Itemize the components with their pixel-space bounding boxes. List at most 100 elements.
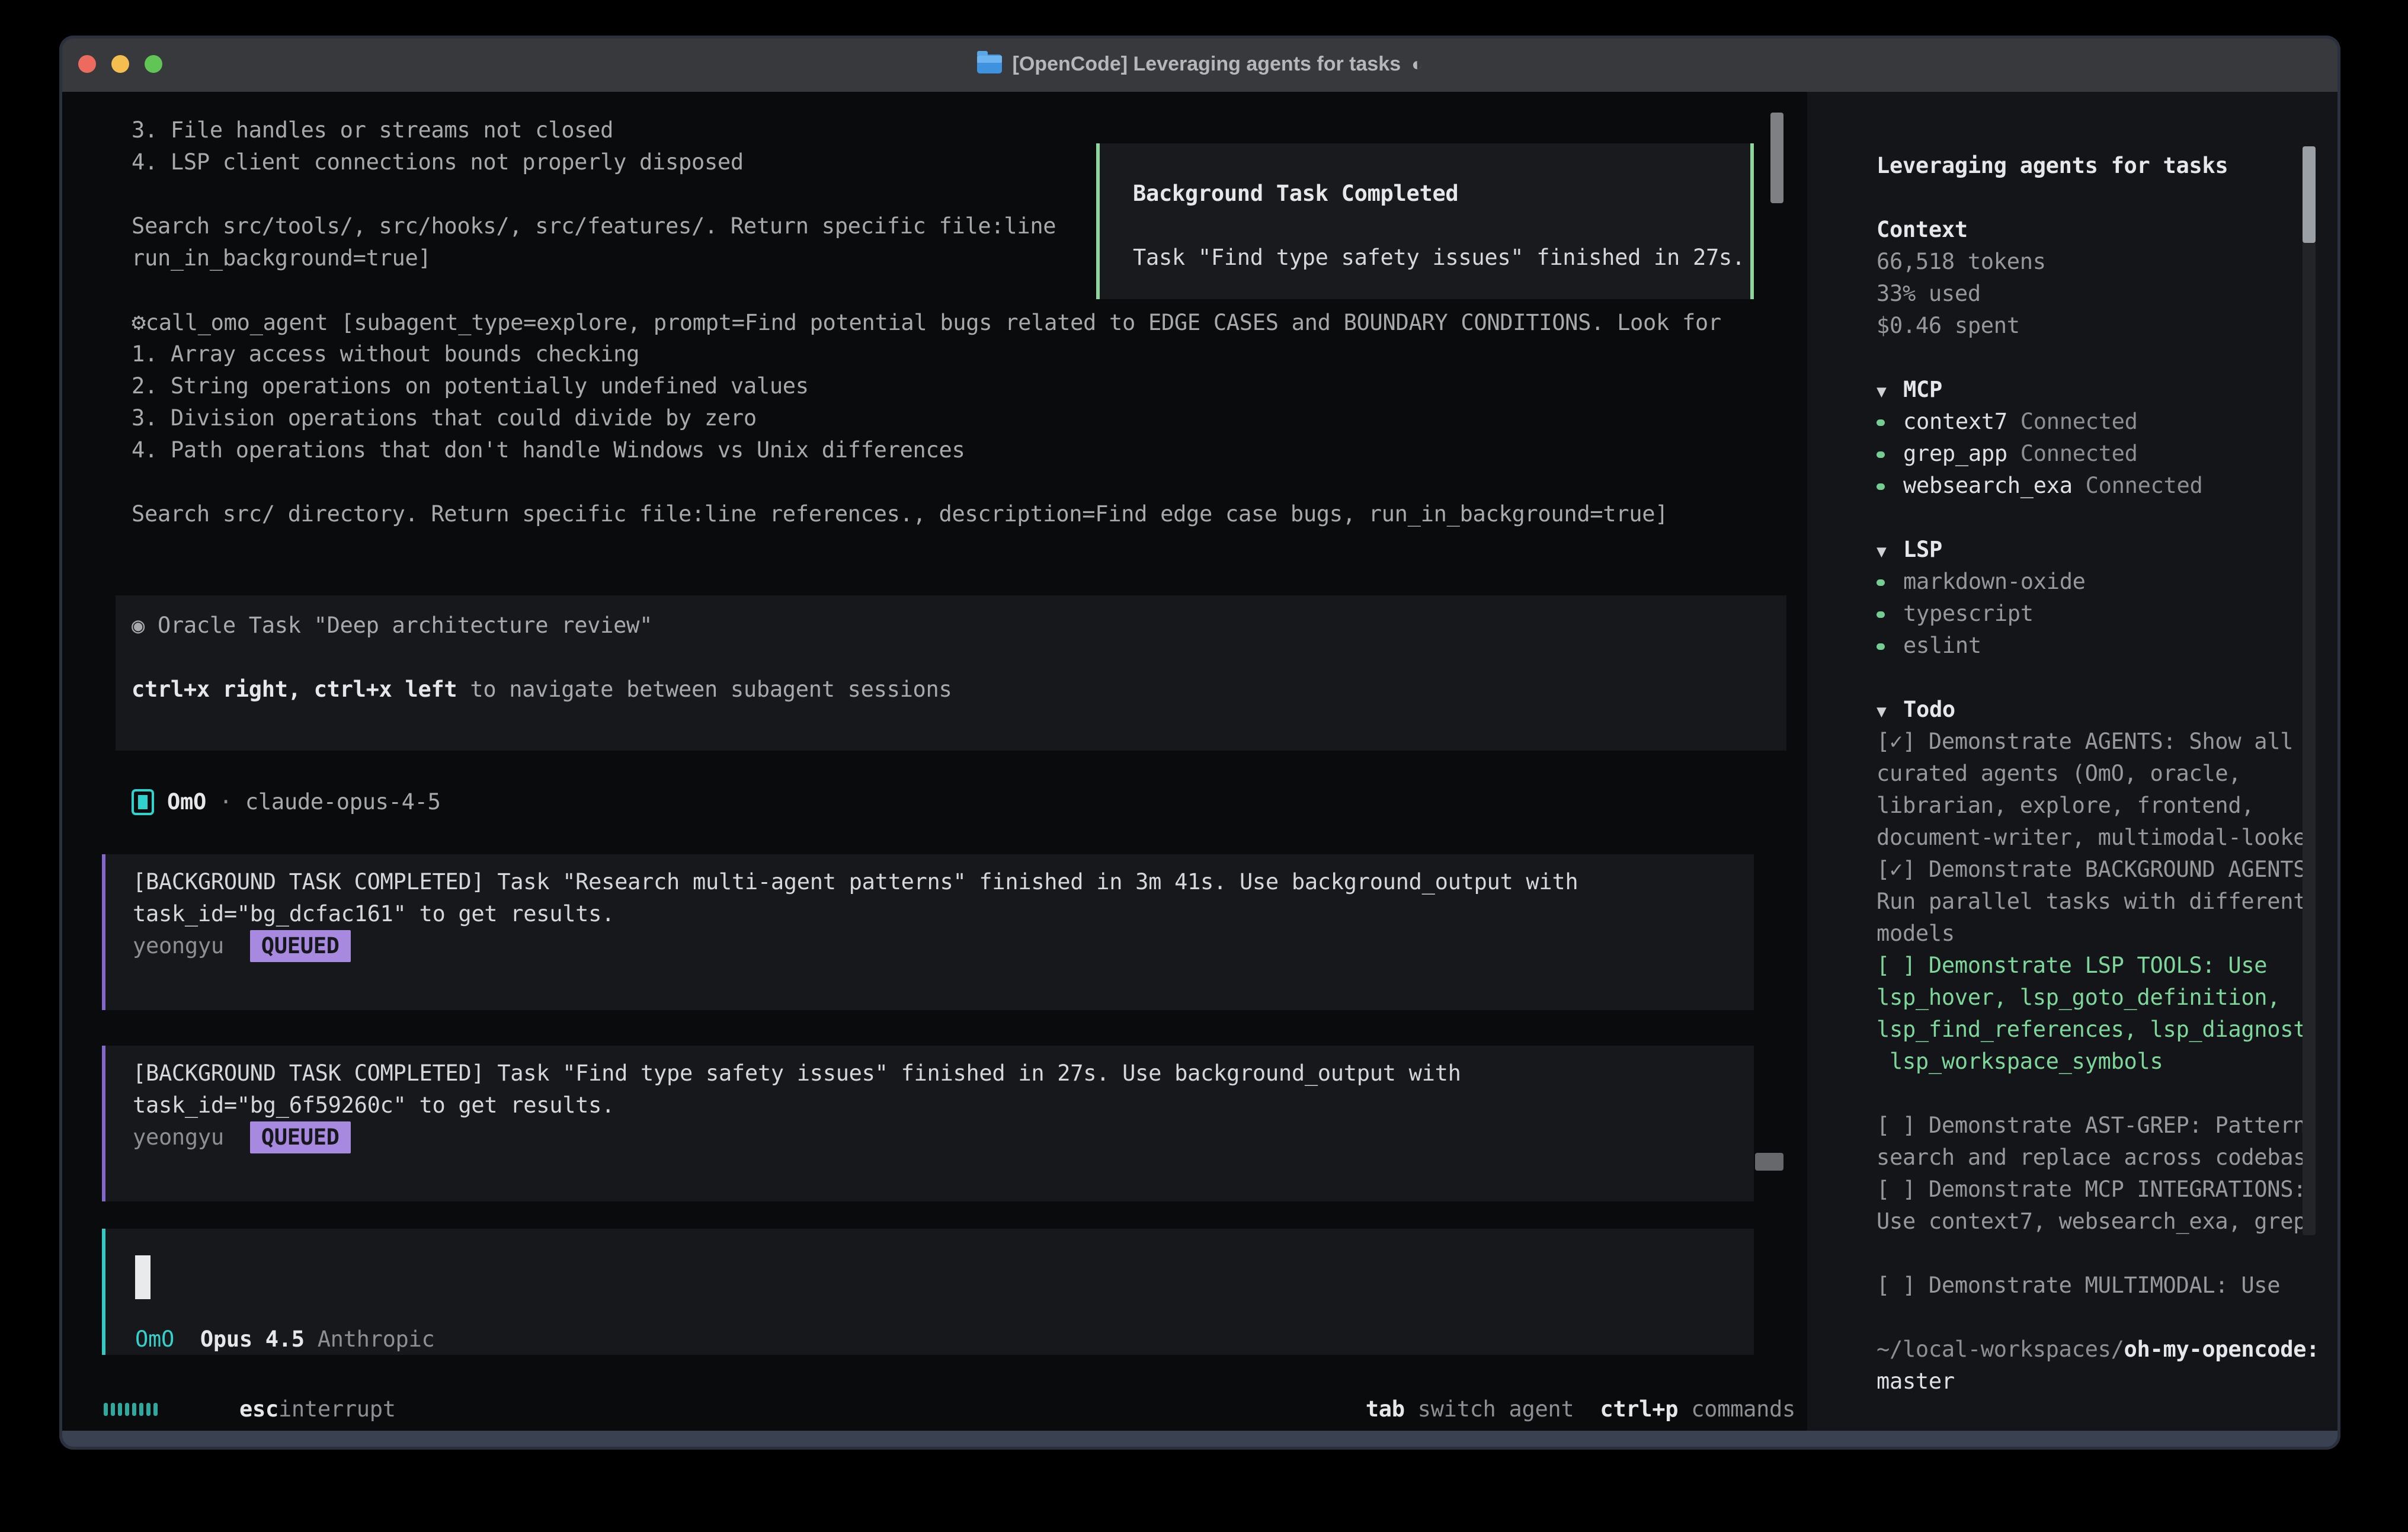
task-user: yeongyu [133,933,224,959]
half-moon-icon: ◐ [1411,48,1423,80]
agent-model: claude-opus-4-5 [245,786,441,818]
todo-line-active: lsp_find_references, lsp_diagnostics, [1877,1014,2315,1046]
bullet-icon [1877,598,1903,630]
tool-call-line: ⚙call_omo_agent [subagent_type=explore, … [132,306,1838,338]
task-line: task_id="bg_6f59260c" to get results. [133,1089,1754,1121]
todo-line-active: [ ] Demonstrate LSP TOOLS: Use [1877,950,2315,982]
task-line: [BACKGROUND TASK COMPLETED] Task "Resear… [133,866,1754,898]
todo-line: [ ] Demonstrate MCP INTEGRATIONS: [1877,1174,2315,1206]
task-user: yeongyu [133,1124,224,1150]
separator-dot: · [219,786,232,818]
mcp-name: websearch_exa [1903,473,2073,498]
workspace-branch: master [1877,1366,2315,1398]
queued-badge: QUEUED [250,930,351,962]
blank-line [1877,342,2315,374]
todo-line: librarian, explore, frontend, [1877,790,2315,822]
statusbar-left: esc interrupt [104,1393,396,1425]
mcp-header-label: MCP [1903,377,1942,402]
cmd-key-hint: ctrl+p [1600,1396,1678,1422]
todo-line-active: lsp_hover, lsp_goto_definition, [1877,982,2315,1014]
input-agent-name: OmO [135,1326,174,1352]
blank-line [1877,1398,2315,1430]
minimize-window-button[interactable] [111,55,129,73]
prompt-input[interactable]: OmO Opus 4.5 Anthropic [102,1229,1754,1355]
sidebar-scrollbar-thumb[interactable] [2303,146,2316,243]
mcp-status: Connected [2020,409,2138,434]
lsp-section-header[interactable]: ▼LSP [1877,534,2315,566]
background-task-notification: Background Task Completed Task "Find typ… [1096,143,1754,299]
main-scrollbar-thumb[interactable] [1770,113,1783,203]
lsp-item: eslint [1877,630,2315,662]
notification-body: Task "Find type safety issues" finished … [1133,242,1750,274]
mcp-name: context7 [1903,409,2007,434]
window-title: [OpenCode] Leveraging agents for tasks [1013,48,1401,80]
notification-title: Background Task Completed [1133,178,1750,210]
mcp-item: grep_app Connected [1877,438,2315,470]
cmd-key-label: commands [1691,1396,1795,1422]
mcp-section-header[interactable]: ▼MCP [1877,374,2315,406]
todo-line: models [1877,918,2315,950]
queued-badge: QUEUED [250,1121,351,1153]
tool-call-closing: Search src/ directory. Return specific f… [132,498,1838,530]
todo-line: curated agents (OmO, oracle, [1877,758,2315,790]
text-cursor [135,1255,150,1299]
folder-icon [977,55,1002,73]
mcp-name: grep_app [1903,441,2007,466]
blank-line [1877,1078,2315,1110]
bullet-icon [1877,470,1903,502]
oracle-hint-line: ctrl+x right, ctrl+x left to navigate be… [132,674,1786,706]
lsp-name: typescript [1903,601,2034,626]
bullet-icon [1877,566,1903,598]
radio-circle-icon: ◉ [132,613,145,638]
blank-line [1877,1238,2315,1270]
sidebar-content: Leveraging agents for tasks Context 66,5… [1877,150,2315,1450]
todo-line: document-writer, multimodal-looker) [1877,822,2315,854]
mcp-status: Connected [2020,441,2138,466]
context-used: 33% used [1877,278,2315,310]
blank-line [1133,210,1750,242]
workspace-path-repo: oh-my-opencode: [2124,1337,2315,1362]
statusbar-right: tab switch agent ctrl+p commands [1185,1393,1795,1425]
mcp-item: context7 Connected [1877,406,2315,438]
omo-agent-icon [132,789,154,815]
background-task-message: [BACKGROUND TASK COMPLETED] Task "Resear… [102,854,1754,1010]
task-line: task_id="bg_dcfac161" to get results. [133,898,1754,930]
titlebar[interactable]: [OpenCode] Leveraging agents for tasks ◐ [59,36,2340,92]
window-title-area: [OpenCode] Leveraging agents for tasks ◐ [977,48,1423,80]
lsp-item: typescript [1877,598,2315,630]
oracle-task-box: ◉ Oracle Task "Deep architecture review"… [116,595,1786,751]
esc-key-label: interrupt [278,1393,396,1425]
close-window-button[interactable] [78,55,96,73]
sidebar-scrollbar-track[interactable] [2303,146,2316,1235]
todo-header-label: Todo [1903,697,1955,722]
workspace-path-prefix: ~/local-workspaces/ [1877,1337,2124,1362]
mcp-item: websearch_exa Connected [1877,470,2315,502]
background-task-message: [BACKGROUND TASK COMPLETED] Task "Find t… [102,1046,1754,1201]
tool-call-item: 3. Division operations that could divide… [132,402,1838,434]
traffic-lights [78,36,162,92]
bullet-icon [1877,438,1903,470]
lsp-item: markdown-oxide [1877,566,2315,598]
input-provider: Anthropic [318,1326,435,1352]
blank-line [1877,182,2315,214]
todo-line: [ ] Demonstrate AST-GREP: Pattern [1877,1110,2315,1142]
task-line: [BACKGROUND TASK COMPLETED] Task "Find t… [133,1057,1754,1089]
todo-section-header[interactable]: ▼Todo [1877,694,2315,726]
todo-line-active: lsp_workspace_symbols [1877,1046,2315,1078]
workspace-path: ~/local-workspaces/oh-my-opencode: [1877,1334,2315,1366]
blank-line [1877,662,2315,694]
window-bottom-edge [59,1431,2340,1450]
zoom-window-button[interactable] [145,55,162,73]
tab-key-label: switch agent [1418,1396,1574,1422]
lsp-name: eslint [1903,633,1981,658]
todo-line: [✓] Demonstrate AGENTS: Show all 7 [1877,726,2315,758]
blank-line [132,642,1786,674]
opencode-terminal-window: [OpenCode] Leveraging agents for tasks ◐… [59,36,2340,1450]
activity-dots [104,1403,158,1416]
main-scrollbar-thumb[interactable] [1755,1153,1783,1171]
context-header: Context [1877,214,2315,246]
bullet-icon [1877,630,1903,662]
session-sidebar: Leveraging agents for tasks Context 66,5… [1807,92,2340,1431]
oracle-task-line: ◉ Oracle Task "Deep architecture review" [132,610,1786,642]
todo-line: Use context7, websearch_exa, grep_app [1877,1206,2315,1238]
